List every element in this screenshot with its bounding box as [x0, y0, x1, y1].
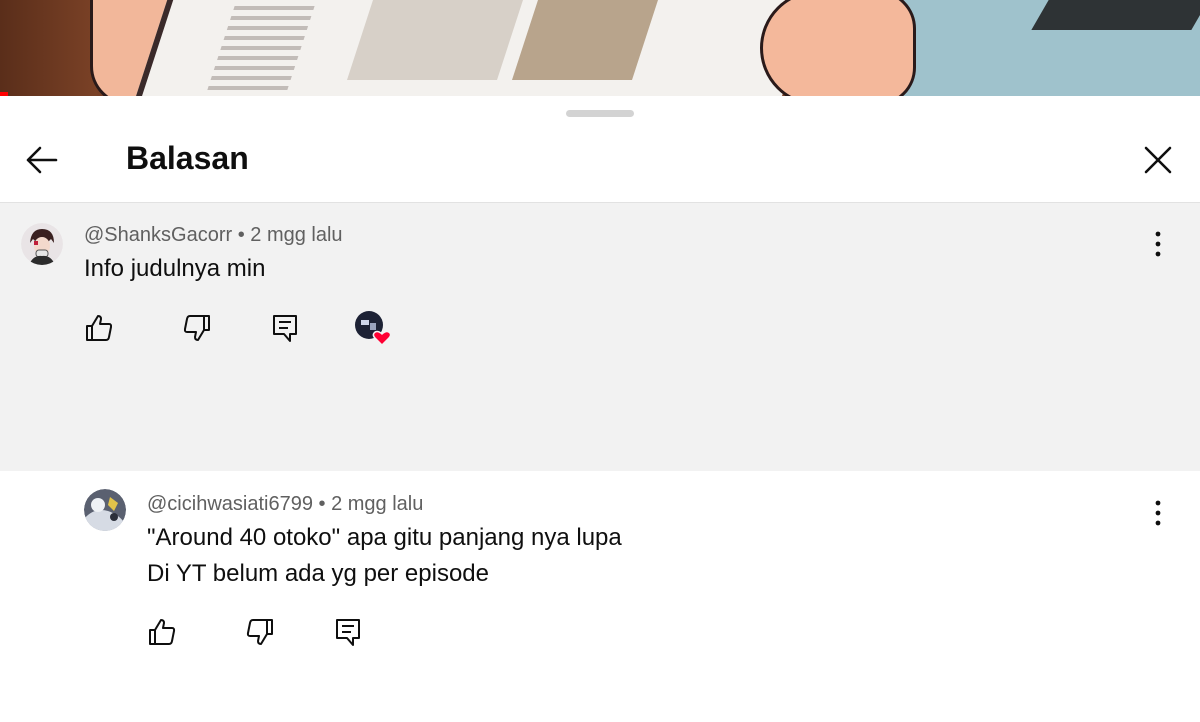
sheet-title: Balasan — [126, 140, 249, 176]
back-button[interactable] — [22, 140, 62, 180]
video-progress-bar[interactable] — [0, 92, 8, 96]
comment-time[interactable]: 2 mgg lalu — [331, 493, 423, 515]
dislike-button[interactable] — [245, 617, 275, 647]
creator-heart-badge — [355, 411, 391, 447]
reply-comment: @cicihwasiati6799 • 2 mgg lalu "Around 4… — [0, 471, 1200, 721]
replies-sheet: Balasan @ShanksGacorr • 2 mgg lalu Info … — [0, 96, 1200, 722]
comment-icon — [336, 619, 360, 646]
video-newspaper-photo — [347, 0, 523, 80]
more-vertical-icon — [1155, 500, 1161, 526]
comment-more-button[interactable] — [1146, 229, 1170, 259]
video-hair — [1031, 0, 1200, 30]
comment-time[interactable]: 2 mgg lalu — [250, 224, 342, 246]
comment-meta: @cicihwasiati6799 • 2 mgg lalu — [147, 492, 423, 516]
meta-separator: • — [312, 493, 332, 515]
meta-separator: • — [232, 224, 251, 246]
avatar[interactable] — [21, 223, 63, 265]
avatar-image — [84, 489, 126, 531]
parent-comment: @ShanksGacorr • 2 mgg lalu Info judulnya… — [0, 203, 1200, 471]
more-vertical-icon — [1155, 231, 1161, 257]
comment-meta: @ShanksGacorr • 2 mgg lalu — [84, 223, 343, 247]
drag-handle[interactable] — [566, 110, 634, 117]
dislike-button[interactable] — [182, 313, 212, 343]
reply-button[interactable] — [333, 617, 363, 647]
thumbs-down-icon — [246, 619, 273, 645]
comment-author[interactable]: @ShanksGacorr — [84, 224, 232, 246]
creator-heart[interactable] — [355, 311, 391, 347]
thumbs-up-icon — [86, 315, 113, 341]
reply-button[interactable] — [270, 313, 300, 343]
comment-icon — [273, 315, 297, 342]
creator-avatar-heart-icon — [355, 311, 391, 347]
thumbs-up-icon — [149, 619, 176, 645]
close-icon — [1144, 146, 1172, 174]
avatar-image — [21, 223, 63, 265]
arrow-left-icon — [26, 146, 58, 174]
video-player-frame[interactable] — [0, 0, 1200, 96]
avatar[interactable] — [84, 489, 126, 531]
comment-text-line: Di YT belum ada yg per episode — [147, 560, 489, 587]
sheet-header: Balasan — [0, 118, 1200, 203]
comment-text: Info judulnya min — [84, 255, 266, 282]
comment-author[interactable]: @cicihwasiati6799 — [147, 493, 313, 515]
close-button[interactable] — [1138, 140, 1178, 180]
comment-text-line: "Around 40 otoko" apa gitu panjang nya l… — [147, 524, 622, 551]
like-button[interactable] — [147, 617, 177, 647]
thumbs-down-icon — [183, 315, 210, 341]
like-button[interactable] — [84, 313, 114, 343]
comment-more-button[interactable] — [1146, 498, 1170, 528]
video-hand-right — [760, 0, 916, 96]
